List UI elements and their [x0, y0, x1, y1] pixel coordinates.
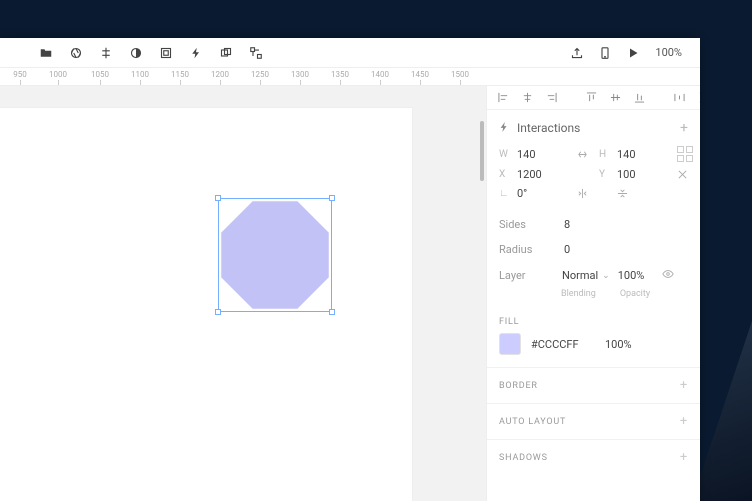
add-border-button[interactable]: + [680, 378, 688, 393]
flip-h-icon[interactable] [577, 188, 593, 199]
border-panel-header[interactable]: BORDER + [487, 367, 700, 403]
constraints-grid-icon[interactable] [677, 146, 693, 162]
rotation-input[interactable] [517, 187, 565, 200]
interactions-lightning-icon [499, 121, 509, 135]
add-shadow-button[interactable]: + [680, 450, 688, 465]
alignment-row [487, 86, 700, 110]
resize-handle-bottom-left[interactable] [215, 309, 221, 315]
fill-color-swatch[interactable] [499, 333, 521, 355]
aperture-icon[interactable] [70, 47, 82, 59]
width-input[interactable] [517, 148, 565, 161]
border-panel-label: BORDER [499, 381, 538, 391]
align-top-icon[interactable] [585, 92, 597, 104]
octagon-shape[interactable] [219, 199, 331, 311]
rotation-label: ∟ [499, 188, 511, 199]
lightning-icon[interactable] [190, 47, 202, 59]
x-input[interactable] [517, 168, 565, 181]
layers-icon[interactable] [220, 47, 232, 59]
x-label: X [499, 169, 511, 180]
shadows-panel-header[interactable]: SHADOWS + [487, 439, 700, 475]
radius-row: Radius [487, 237, 700, 262]
size-position-grid: W H X Y ∟ [487, 146, 700, 204]
blend-mode-value: Normal [562, 269, 598, 282]
flip-v-icon[interactable] [617, 188, 628, 199]
radius-input[interactable] [564, 243, 612, 256]
sides-row: Sides [487, 212, 700, 237]
align-center-h-icon[interactable] [521, 92, 533, 104]
distribute-v-icon[interactable] [697, 92, 700, 104]
add-interaction-button[interactable]: + [680, 120, 688, 136]
interactions-section-header: Interactions + [487, 110, 700, 146]
height-input[interactable] [617, 148, 665, 161]
y-input[interactable] [617, 168, 665, 181]
horizontal-ruler: 9501000105011001150120012501300135014001… [0, 68, 700, 86]
components-icon[interactable] [250, 47, 262, 59]
inspector-panel: Interactions + W H X Y ∟ [486, 86, 700, 501]
visibility-toggle-icon[interactable] [662, 268, 674, 283]
opacity-sublabel: Opacity [620, 289, 650, 299]
desktop-background-mountain [692, 321, 752, 501]
frame-icon[interactable] [160, 47, 172, 59]
folder-icon[interactable] [40, 47, 52, 59]
selection-box[interactable] [218, 198, 332, 312]
layer-row: Layer Normal ⌄ [487, 262, 700, 289]
chevron-down-icon: ⌄ [602, 271, 610, 281]
add-autolayout-button[interactable]: + [680, 414, 688, 429]
align-left-icon[interactable] [497, 92, 509, 104]
top-toolbar: 100% [0, 38, 700, 68]
autolayout-panel-label: AUTO LAYOUT [499, 417, 566, 427]
blending-sublabel: Blending [561, 289, 596, 299]
width-label: W [499, 149, 511, 160]
fill-section-label: FILL [487, 307, 700, 333]
position-lock-icon[interactable] [677, 169, 699, 180]
y-label: Y [599, 169, 611, 180]
blend-mode-dropdown[interactable]: Normal ⌄ [562, 269, 610, 282]
align-center-vertical-icon[interactable] [100, 47, 112, 59]
layer-opacity-input[interactable] [618, 269, 654, 282]
sides-input[interactable] [564, 218, 612, 231]
contrast-icon[interactable] [130, 47, 142, 59]
fill-hex-input[interactable] [531, 338, 595, 351]
device-icon[interactable] [599, 47, 611, 59]
resize-handle-top-right[interactable] [329, 195, 335, 201]
zoom-level[interactable]: 100% [655, 46, 682, 59]
radius-label: Radius [499, 243, 554, 256]
distribute-h-icon[interactable] [673, 92, 685, 104]
fill-opacity-input[interactable] [605, 338, 641, 351]
canvas-scrollbar[interactable] [480, 121, 484, 181]
align-right-icon[interactable] [545, 92, 557, 104]
autolayout-panel-header[interactable]: AUTO LAYOUT + [487, 403, 700, 439]
align-center-v-icon[interactable] [609, 92, 621, 104]
artboard[interactable] [0, 108, 412, 501]
shadows-panel-label: SHADOWS [499, 453, 548, 463]
height-label: H [599, 149, 611, 160]
resize-handle-top-left[interactable] [215, 195, 221, 201]
fill-row [487, 333, 700, 367]
align-bottom-icon[interactable] [633, 92, 645, 104]
constrain-proportions-icon[interactable] [577, 149, 593, 160]
design-app-window: 100% 95010001050110011501200125013001350… [0, 38, 700, 501]
canvas[interactable] [0, 86, 486, 501]
resize-handle-bottom-right[interactable] [329, 309, 335, 315]
sides-label: Sides [499, 218, 554, 231]
export-icon[interactable] [571, 47, 583, 59]
interactions-label: Interactions [517, 121, 580, 135]
play-icon[interactable] [627, 47, 639, 59]
layer-label: Layer [499, 269, 554, 282]
